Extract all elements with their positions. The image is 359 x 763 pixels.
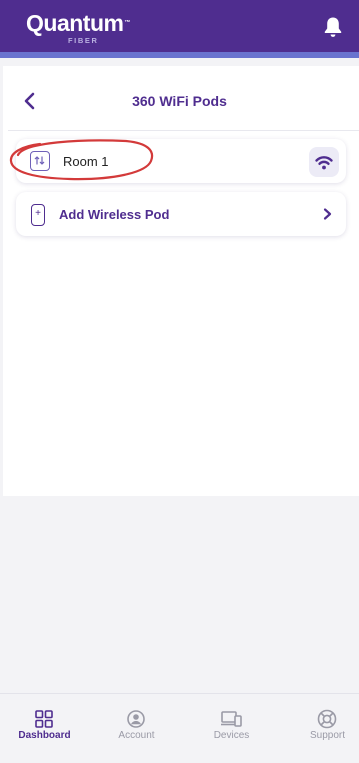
devices-icon [221, 711, 242, 727]
nav-account[interactable]: Account [92, 694, 181, 763]
pod-icon [30, 151, 50, 171]
app-header: Quantum™ FIBER [0, 0, 359, 52]
grid-icon [35, 710, 53, 728]
lifebuoy-icon [317, 709, 337, 729]
user-icon [127, 710, 145, 728]
add-wireless-pod-button[interactable]: + Add Wireless Pod [16, 192, 346, 236]
header-accent-bar [0, 52, 359, 58]
nav-label-account: Account [118, 730, 155, 741]
nav-support[interactable]: Support [283, 694, 359, 763]
add-wireless-pod-label: Add Wireless Pod [59, 207, 170, 222]
wifi-icon [315, 156, 333, 170]
logo-subtitle: FIBER [68, 36, 99, 45]
logo-wordmark: Quantum™ [26, 10, 130, 36]
nav-dashboard[interactable]: Dashboard [0, 694, 89, 763]
wifi-status-button[interactable] [309, 147, 339, 177]
pod-card-room-1[interactable]: Room 1 [16, 139, 346, 183]
nav-label-dashboard: Dashboard [18, 730, 71, 741]
pod-name: Room 1 [63, 154, 109, 169]
plus-pod-icon: + [31, 204, 45, 226]
bell-icon[interactable] [321, 15, 345, 39]
nav-label-support: Support [309, 730, 346, 741]
bottom-nav: Dashboard Account Devices Support [0, 693, 359, 763]
nav-devices[interactable]: Devices [187, 694, 276, 763]
nav-label-devices: Devices [213, 730, 250, 741]
header-divider [8, 130, 359, 131]
quantum-fiber-logo: Quantum™ FIBER [26, 10, 136, 46]
page-title: 360 WiFi Pods [132, 93, 227, 109]
chevron-right-icon [320, 207, 334, 221]
